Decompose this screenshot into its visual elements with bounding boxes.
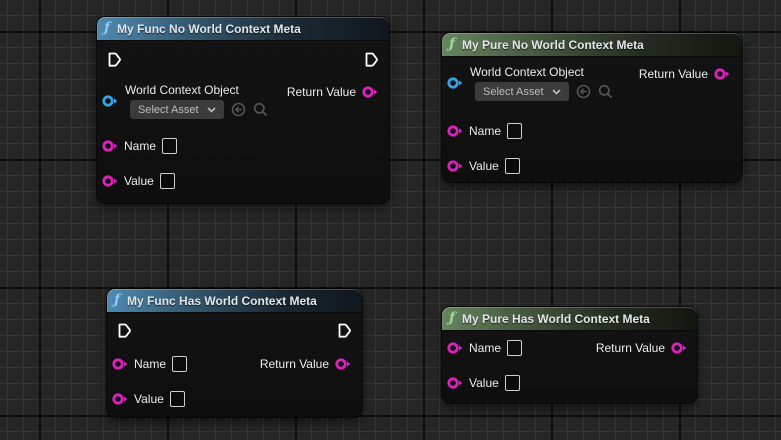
name-input[interactable] (172, 356, 187, 372)
node-title: My Func No World Context Meta (117, 22, 301, 36)
name-label: Name (124, 139, 156, 153)
name-label: Name (469, 341, 501, 355)
function-icon: ƒ (104, 21, 110, 35)
return-value-pin[interactable] (362, 85, 378, 99)
exec-output-pin[interactable] (365, 52, 378, 68)
node-my-pure-has-world-context-meta[interactable]: ƒ My Pure Has World Context Meta Name Re… (442, 307, 697, 403)
return-value-label: Return Value (260, 357, 329, 371)
value-pin[interactable] (112, 392, 128, 406)
world-context-object-pin[interactable] (447, 76, 463, 90)
return-value-pin[interactable] (714, 67, 730, 81)
name-pin[interactable] (112, 357, 128, 371)
value-label: Value (124, 174, 154, 188)
world-context-object-label: World Context Object (125, 83, 268, 97)
use-selected-asset-icon[interactable] (576, 84, 591, 99)
node-my-pure-no-world-context-meta[interactable]: ƒ My Pure No World Context Meta World Co… (442, 33, 742, 182)
return-value-label: Return Value (639, 67, 708, 81)
value-pin[interactable] (102, 174, 118, 188)
name-input[interactable] (507, 123, 522, 139)
world-context-object-pin[interactable] (102, 94, 118, 108)
browse-asset-icon[interactable] (598, 84, 613, 99)
value-input[interactable] (170, 391, 185, 407)
node-header[interactable]: ƒ My Func No World Context Meta (97, 17, 389, 40)
function-icon: ƒ (449, 311, 455, 325)
graph-canvas[interactable]: ƒ My Func No World Context Meta World Co… (0, 0, 781, 440)
node-title: My Pure No World Context Meta (462, 38, 644, 52)
name-pin[interactable] (102, 139, 118, 153)
asset-picker-dropdown[interactable]: Select Asset (130, 100, 224, 119)
function-icon: ƒ (114, 293, 120, 307)
node-header[interactable]: ƒ My Pure No World Context Meta (442, 33, 742, 56)
name-label: Name (134, 357, 166, 371)
node-title: My Pure Has World Context Meta (462, 312, 650, 326)
use-selected-asset-icon[interactable] (231, 102, 246, 117)
value-input[interactable] (505, 375, 520, 391)
name-pin[interactable] (447, 341, 463, 355)
return-value-label: Return Value (596, 341, 665, 355)
exec-input-pin[interactable] (118, 323, 131, 339)
world-context-object-label: World Context Object (470, 65, 613, 79)
asset-picker-dropdown[interactable]: Select Asset (475, 82, 569, 101)
value-pin[interactable] (447, 376, 463, 390)
exec-input-pin[interactable] (108, 52, 121, 68)
name-pin[interactable] (447, 124, 463, 138)
chevron-down-icon (552, 89, 561, 95)
node-header[interactable]: ƒ My Func Has World Context Meta (107, 289, 362, 312)
name-input[interactable] (507, 340, 522, 356)
value-pin[interactable] (447, 159, 463, 173)
node-title: My Func Has World Context Meta (127, 294, 317, 308)
node-header[interactable]: ƒ My Pure Has World Context Meta (442, 307, 697, 330)
node-my-func-no-world-context-meta[interactable]: ƒ My Func No World Context Meta World Co… (97, 17, 389, 203)
node-my-func-has-world-context-meta[interactable]: ƒ My Func Has World Context Meta Name Re… (107, 289, 362, 417)
chevron-down-icon (207, 107, 216, 113)
return-value-pin[interactable] (335, 357, 351, 371)
name-label: Name (469, 124, 501, 138)
value-label: Value (469, 159, 499, 173)
value-input[interactable] (160, 173, 175, 189)
asset-picker-value: Select Asset (483, 86, 544, 98)
browse-asset-icon[interactable] (253, 102, 268, 117)
value-label: Value (469, 376, 499, 390)
value-label: Value (134, 392, 164, 406)
function-icon: ƒ (449, 37, 455, 51)
exec-output-pin[interactable] (338, 323, 351, 339)
return-value-label: Return Value (287, 85, 356, 99)
value-input[interactable] (505, 158, 520, 174)
name-input[interactable] (162, 138, 177, 154)
asset-picker-value: Select Asset (138, 104, 199, 116)
return-value-pin[interactable] (671, 341, 687, 355)
